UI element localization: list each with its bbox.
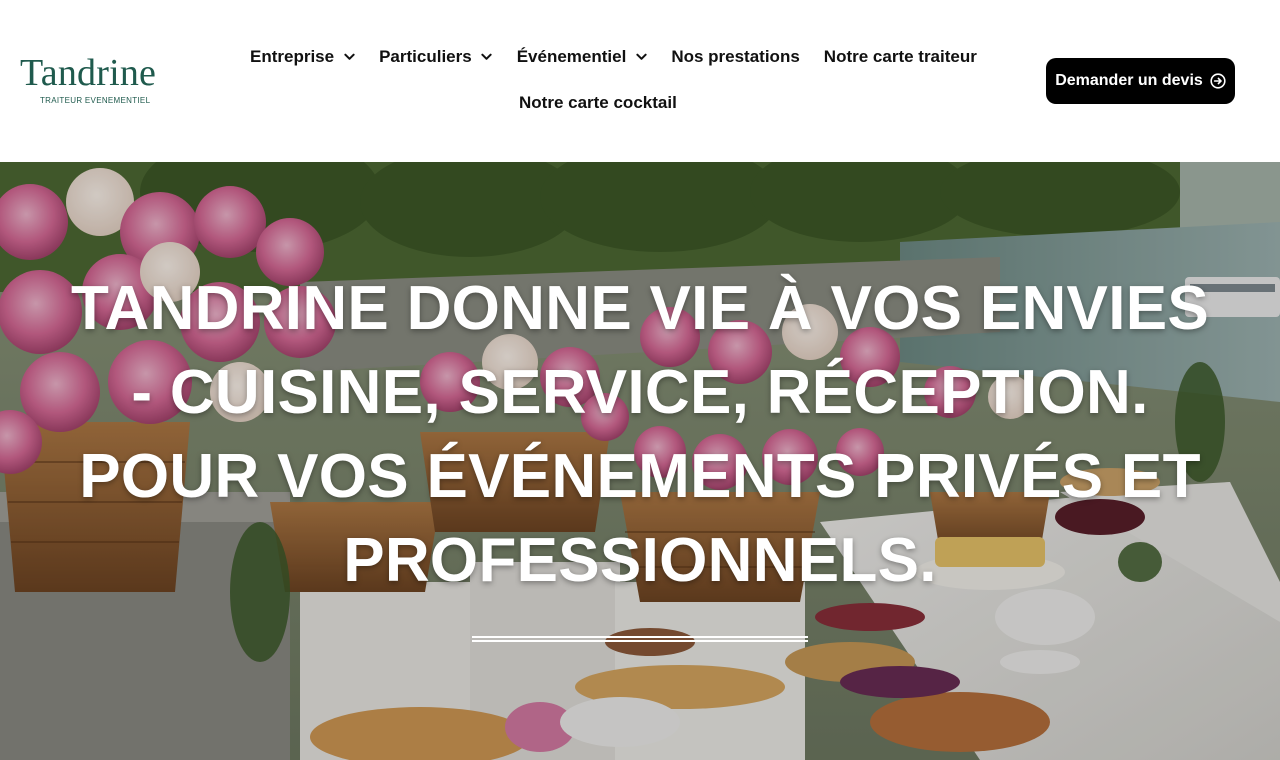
hero-title-line: POUR VOS ÉVÉNEMENTS PRIVÉS ET: [79, 442, 1201, 511]
nav-item-label: Nos prestations: [671, 47, 800, 66]
nav-item-label: Entreprise: [250, 47, 335, 66]
hero-title-line: PROFESSIONNELS.: [343, 526, 937, 595]
nav-item-label: Événementiel: [516, 47, 627, 66]
arrow-circle-right-icon: [1210, 73, 1226, 89]
nav-item-entreprise[interactable]: Entreprise: [250, 47, 355, 67]
nav-row-secondary: Notre carte cocktail: [519, 93, 677, 113]
brand-tagline: TRAITEUR EVENEMENTIEL: [40, 96, 151, 105]
hero-divider: [472, 636, 808, 642]
nav-item-label: Notre carte traiteur: [823, 47, 977, 66]
brand-logo[interactable]: Tandrine TRAITEUR EVENEMENTIEL: [20, 54, 180, 105]
nav-item-evenementiel[interactable]: Événementiel: [517, 47, 648, 67]
nav-item-carte-cocktail[interactable]: Notre carte cocktail: [519, 93, 677, 113]
brand-name: Tandrine: [20, 52, 157, 94]
hero-title-line: TANDRINE DONNE VIE À VOS ENVIES: [70, 274, 1210, 343]
nav-item-carte-traiteur[interactable]: Notre carte traiteur: [824, 47, 977, 67]
hero-section: TANDRINE DONNE VIE À VOS ENVIES - CUISIN…: [0, 162, 1280, 760]
site-header: Tandrine TRAITEUR EVENEMENTIEL Entrepris…: [0, 0, 1280, 162]
nav-item-nos-prestations[interactable]: Nos prestations: [671, 47, 799, 67]
hero-title-line: - CUISINE, SERVICE, RÉCEPTION.: [131, 358, 1149, 427]
nav-item-label: Particuliers: [379, 47, 472, 66]
chevron-down-icon: [481, 51, 493, 63]
nav-row-primary: Entreprise Particuliers Événementiel Nos…: [250, 47, 977, 67]
request-quote-label: Demander un devis: [1055, 72, 1203, 89]
hero-title: TANDRINE DONNE VIE À VOS ENVIES - CUISIN…: [60, 267, 1220, 603]
request-quote-button[interactable]: Demander un devis: [1046, 58, 1235, 104]
chevron-down-icon: [635, 51, 647, 63]
chevron-down-icon: [343, 51, 355, 63]
nav-item-label: Notre carte cocktail: [519, 93, 677, 112]
nav-item-particuliers[interactable]: Particuliers: [379, 47, 493, 67]
